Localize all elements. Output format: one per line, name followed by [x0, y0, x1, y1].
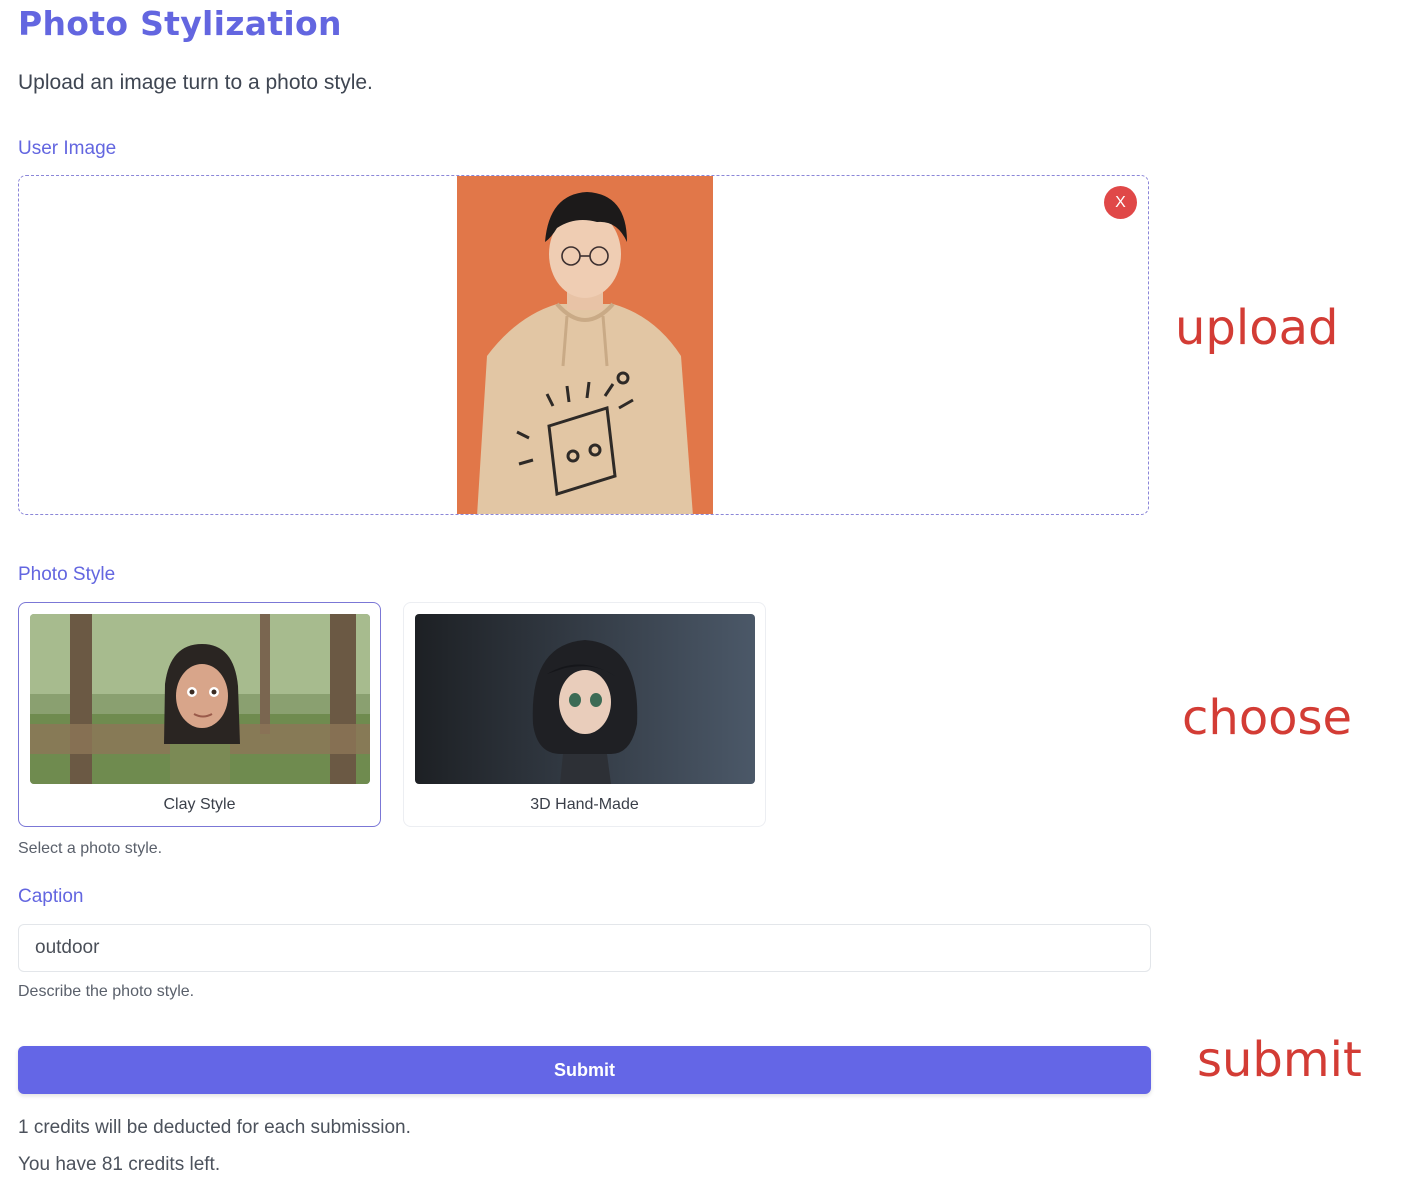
style-option-label: 3D Hand-Made — [530, 796, 639, 813]
caption-help: Describe the photo style. — [18, 983, 195, 1000]
clay-style-thumbnail — [30, 614, 370, 784]
credits-deduct-text: 1 credits will be deducted for each subm… — [18, 1117, 411, 1138]
page-title: Photo Stylization — [18, 4, 342, 43]
image-upload-dropzone[interactable]: X — [18, 175, 1149, 515]
credits-remaining-text: You have 81 credits left. — [18, 1154, 221, 1175]
style-option-label: Clay Style — [163, 796, 236, 813]
photo-style-label: Photo Style — [18, 564, 116, 585]
page-subtitle: Upload an image turn to a photo style. — [18, 71, 373, 94]
style-option-clay[interactable]: Clay Style — [18, 602, 381, 827]
photo-style-help: Select a photo style. — [18, 840, 163, 857]
style-option-3d-hand-made[interactable]: 3D Hand-Made — [403, 602, 766, 827]
remove-image-button[interactable]: X — [1104, 186, 1137, 219]
caption-label: Caption — [18, 886, 84, 907]
uploaded-photo — [457, 176, 713, 514]
annotation-upload: upload — [1175, 300, 1339, 356]
caption-input[interactable] — [18, 924, 1151, 972]
annotation-choose: choose — [1182, 690, 1353, 746]
3d-hand-made-thumbnail — [415, 614, 755, 784]
submit-button[interactable]: Submit — [18, 1046, 1151, 1094]
user-image-label: User Image — [18, 138, 117, 159]
annotation-submit: submit — [1197, 1032, 1362, 1088]
